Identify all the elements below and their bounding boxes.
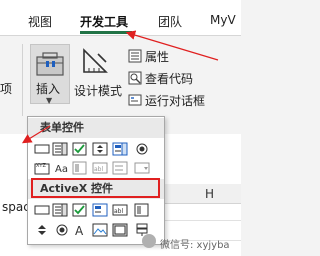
svg-text:abl: abl [94, 166, 103, 173]
toolbox-icon [36, 52, 64, 76]
design-mode-icon[interactable] [80, 46, 110, 76]
view-code-label: 查看代码 [145, 72, 194, 86]
group-box-control-icon[interactable]: XYZ [34, 160, 50, 175]
excel-window: 视图 开发工具 团队 MyV 项 插入 ▼ 设计模式 属性 查看代码 运行对话框… [0, 0, 241, 256]
label-control-icon[interactable]: Aa [54, 160, 70, 175]
activex-image-icon[interactable] [92, 222, 108, 237]
activex-checkbox-icon[interactable] [72, 202, 88, 217]
column-header-h[interactable] [160, 184, 241, 204]
column-header-label: H [205, 187, 215, 201]
activex-option-button-icon[interactable] [54, 222, 70, 236]
active-tab-indicator [80, 31, 132, 34]
view-code-button[interactable]: 查看代码 [128, 70, 193, 88]
svg-text:abl: abl [114, 208, 123, 215]
activex-toggle-button-icon[interactable] [112, 222, 128, 237]
properties-label: 属性 [145, 50, 170, 64]
ribbon-left-partial-label: 项 [0, 82, 13, 96]
svg-text:A: A [75, 224, 84, 237]
cell-partial-text[interactable]: spac [2, 200, 30, 214]
design-mode-label[interactable]: 设计模式 [74, 82, 122, 99]
scroll-bar-control-icon[interactable] [72, 160, 88, 175]
activex-text-box-icon[interactable]: abl [112, 202, 128, 216]
wechat-watermark-icon [142, 234, 156, 248]
view-code-icon [128, 71, 142, 85]
button-control-icon[interactable] [34, 141, 50, 155]
ribbon-tab-strip: 视图 开发工具 团队 MyV [0, 0, 241, 36]
activex-combo-box-icon[interactable] [52, 202, 68, 217]
activex-command-button-icon[interactable] [34, 202, 50, 216]
activex-label-icon[interactable]: A [72, 222, 88, 238]
run-dialog-label: 运行对话框 [145, 94, 206, 108]
run-dialog-icon [128, 93, 142, 107]
list-box-control-icon[interactable] [112, 141, 128, 156]
svg-text:Aa: Aa [55, 164, 68, 175]
run-dialog-button[interactable]: 运行对话框 [128, 92, 205, 110]
combo-drop-down-edit-control-icon[interactable] [134, 160, 150, 174]
activex-scroll-bar-icon[interactable] [134, 202, 150, 217]
tab-myv[interactable]: MyV [210, 13, 236, 27]
activex-spin-button-icon[interactable] [34, 222, 50, 236]
gridline [160, 220, 241, 221]
spin-button-control-icon[interactable] [92, 141, 108, 156]
watermark-text: 微信号: xyjyba [160, 240, 230, 251]
tab-view[interactable]: 视图 [28, 13, 52, 30]
form-controls-header: 表单控件 [28, 118, 164, 138]
ribbon-separator [22, 44, 23, 116]
properties-icon [128, 49, 142, 63]
insert-dropdown-chevron-icon[interactable]: ▼ [46, 96, 52, 105]
text-field-control-icon[interactable]: abl [92, 160, 108, 174]
tab-team[interactable]: 团队 [158, 13, 182, 30]
checkbox-control-icon[interactable] [72, 141, 88, 156]
activex-highlight-box [31, 178, 160, 198]
combo-box-control-icon[interactable] [52, 141, 68, 156]
activex-list-box-icon[interactable] [92, 202, 108, 217]
option-button-control-icon[interactable] [134, 141, 150, 155]
properties-button[interactable]: 属性 [128, 48, 169, 66]
svg-text:XYZ: XYZ [36, 163, 46, 169]
tab-developer[interactable]: 开发工具 [80, 13, 128, 30]
insert-label: 插入 [36, 82, 61, 96]
combo-list-edit-control-icon[interactable] [112, 160, 128, 175]
